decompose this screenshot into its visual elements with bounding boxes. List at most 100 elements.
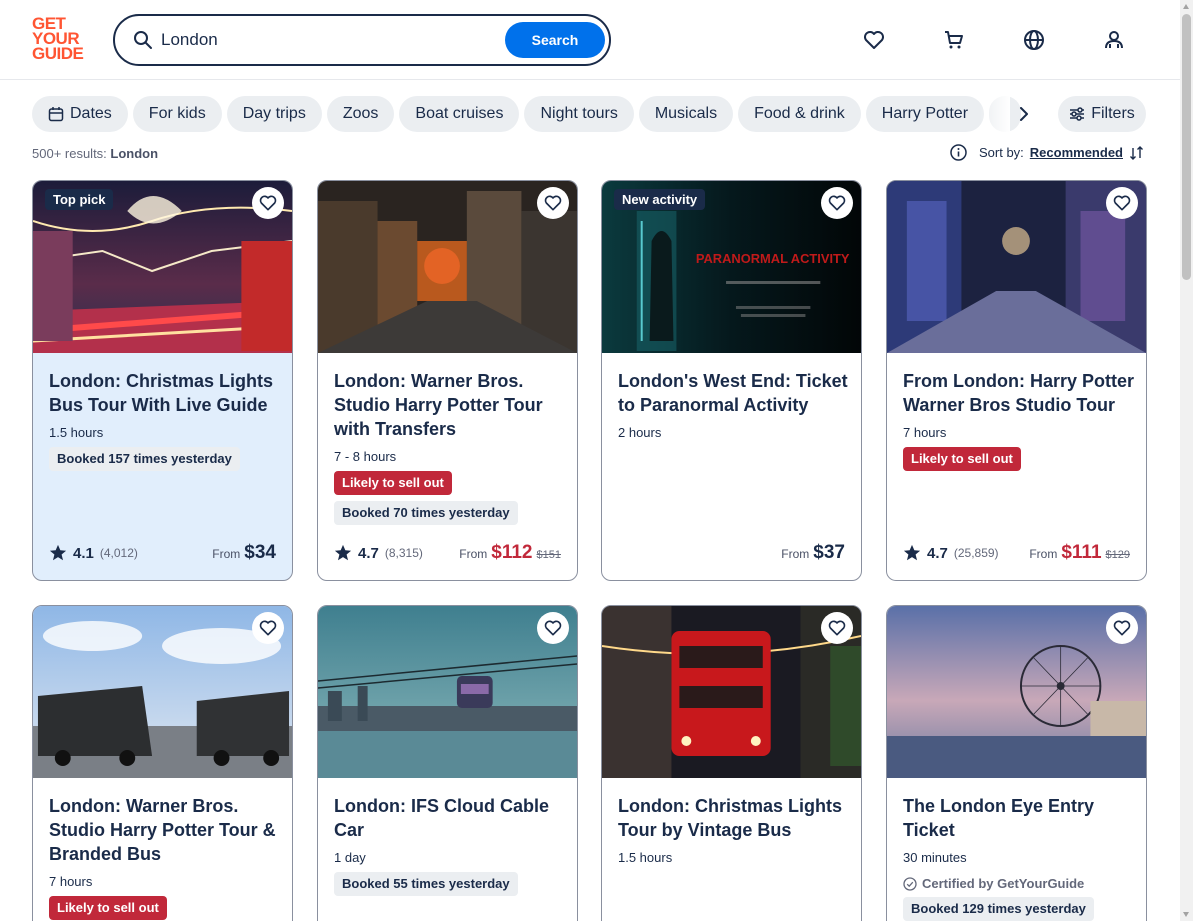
card-footer: 4.1 (4,012) From $34: [49, 540, 276, 564]
sort-control[interactable]: Sort by: Recommended: [950, 144, 1145, 161]
card-body: London: Warner Bros. Studio Harry Potter…: [49, 794, 280, 920]
heart-icon: [544, 620, 562, 636]
chip-for-kids[interactable]: For kids: [132, 96, 222, 132]
card-duration: 30 minutes: [903, 850, 967, 865]
results-count: 500+ results: London: [32, 146, 158, 161]
wishlist-button[interactable]: [821, 187, 853, 219]
chip-day-trips[interactable]: Day trips: [226, 96, 322, 132]
card-title[interactable]: From London: Harry Potter Warner Bros St…: [903, 369, 1134, 417]
price-from: From: [781, 547, 810, 561]
account-button[interactable]: [1098, 24, 1130, 56]
scroll-up-arrow-icon[interactable]: [1183, 4, 1189, 9]
chip-musicals[interactable]: Musicals: [638, 96, 734, 132]
page-scrollbar[interactable]: [1180, 0, 1193, 921]
activity-card[interactable]: London: Warner Bros. Studio Harry Potter…: [32, 605, 293, 921]
wishlist-button[interactable]: [537, 612, 569, 644]
chip-dates[interactable]: Dates: [32, 96, 128, 132]
chip-zoos[interactable]: Zoos: [326, 96, 395, 132]
wishlist-button[interactable]: [858, 24, 890, 56]
card-body: London: Christmas Lights Bus Tour With L…: [49, 369, 280, 471]
sellout-badge: Likely to sell out: [903, 447, 1021, 471]
wishlist-button[interactable]: [537, 187, 569, 219]
chevron-right-icon: [1020, 107, 1028, 121]
search-icon: [134, 31, 152, 49]
search-input[interactable]: [161, 28, 491, 52]
sliders-icon: [1070, 107, 1085, 121]
activity-card[interactable]: PARANORMAL ACTIVITY New activity London'…: [601, 180, 862, 581]
heart-icon: [828, 195, 846, 211]
activity-card[interactable]: London: Warner Bros. Studio Harry Potter…: [317, 180, 578, 581]
heart-icon: [544, 195, 562, 211]
original-price: $151: [536, 549, 561, 561]
chip-boat-cruises[interactable]: Boat cruises: [399, 96, 520, 132]
wishlist-button[interactable]: [252, 187, 284, 219]
filters-label: Filters: [1091, 105, 1135, 122]
price-value: $37: [813, 542, 845, 563]
chip-food-drink[interactable]: Food & drink: [738, 96, 861, 132]
heart-icon: [864, 31, 884, 49]
activity-card[interactable]: The London Eye Entry Ticket 30 minutes C…: [886, 605, 1147, 921]
card-duration: 1 day: [334, 850, 366, 865]
rating-value: 4.7: [927, 544, 948, 562]
card-duration: 7 hours: [49, 874, 93, 889]
card-body: The London Eye Entry Ticket 30 minutes C…: [903, 794, 1134, 921]
filter-chips: Dates For kids Day trips Zoos Boat cruises N…: [32, 96, 1022, 132]
card-footer: From $37: [618, 540, 845, 564]
search-button[interactable]: Search: [505, 22, 605, 58]
card-duration: 7 hours: [903, 425, 947, 440]
price-value: $34: [244, 542, 276, 563]
star-icon: [903, 544, 921, 561]
language-button[interactable]: [1018, 24, 1050, 56]
card-body: London: IFS Cloud Cable Car 1 day Booked…: [334, 794, 565, 896]
card-duration: 7 - 8 hours: [334, 449, 397, 464]
card-title[interactable]: London: Christmas Lights Bus Tour With L…: [49, 369, 280, 417]
cart-button[interactable]: [938, 24, 970, 56]
original-price: $129: [1105, 549, 1130, 561]
globe-icon: [1024, 30, 1044, 50]
certified-label: Certified by GetYourGuide: [903, 876, 1134, 891]
wishlist-button[interactable]: [1106, 187, 1138, 219]
chips-fade: [980, 96, 1010, 132]
wishlist-button[interactable]: [1106, 612, 1138, 644]
logo[interactable]: GET YOUR GUIDE: [32, 15, 92, 63]
activity-card[interactable]: Top pick London: Christmas Lights Bus To…: [32, 180, 293, 581]
heart-icon: [1113, 620, 1131, 636]
card-title[interactable]: London: IFS Cloud Cable Car: [334, 794, 565, 842]
logo-line: GUIDE: [32, 44, 84, 63]
star-icon: [334, 544, 352, 561]
rating-value: 4.1: [73, 544, 94, 562]
card-price: From $34: [212, 542, 276, 564]
scrollbar-thumb[interactable]: [1182, 14, 1191, 280]
chip-harry-potter[interactable]: Harry Potter: [865, 96, 985, 132]
card-title[interactable]: London: Warner Bros. Studio Harry Potter…: [49, 794, 280, 866]
card-rating: 4.7 (8,315): [334, 544, 423, 562]
wishlist-button[interactable]: [821, 612, 853, 644]
review-count: (8,315): [384, 546, 423, 560]
heart-icon: [828, 620, 846, 636]
chip-label: Dates: [70, 105, 112, 122]
price-from: From: [1029, 547, 1058, 561]
sort-value[interactable]: Recommended: [1030, 145, 1123, 160]
card-title[interactable]: London: Christmas Lights Tour by Vintage…: [618, 794, 849, 842]
card-duration: 2 hours: [618, 425, 662, 440]
scroll-down-arrow-icon[interactable]: [1183, 912, 1189, 917]
results-count-label: 500+ results:: [32, 146, 107, 161]
wishlist-button[interactable]: [252, 612, 284, 644]
review-count: (25,859): [953, 546, 999, 560]
activity-card[interactable]: From London: Harry Potter Warner Bros St…: [886, 180, 1147, 581]
results-query: London: [110, 146, 159, 161]
card-body: From London: Harry Potter Warner Bros St…: [903, 369, 1134, 471]
poster-title: PARANORMAL ACTIVITY: [696, 251, 850, 266]
chips-next-button[interactable]: [1010, 100, 1038, 128]
activity-card[interactable]: London: Christmas Lights Tour by Vintage…: [601, 605, 862, 921]
card-title[interactable]: London's West End: Ticket to Paranormal …: [618, 369, 849, 417]
info-icon[interactable]: [950, 144, 967, 161]
account-icon: [1105, 31, 1123, 49]
cart-icon: [945, 31, 963, 49]
card-title[interactable]: London: Warner Bros. Studio Harry Potter…: [334, 369, 565, 441]
activity-card[interactable]: London: IFS Cloud Cable Car 1 day Booked…: [317, 605, 578, 921]
booked-badge: Booked 157 times yesterday: [49, 447, 240, 471]
card-title[interactable]: The London Eye Entry Ticket: [903, 794, 1134, 842]
filters-button[interactable]: Filters: [1058, 96, 1146, 132]
chip-night-tours[interactable]: Night tours: [524, 96, 634, 132]
